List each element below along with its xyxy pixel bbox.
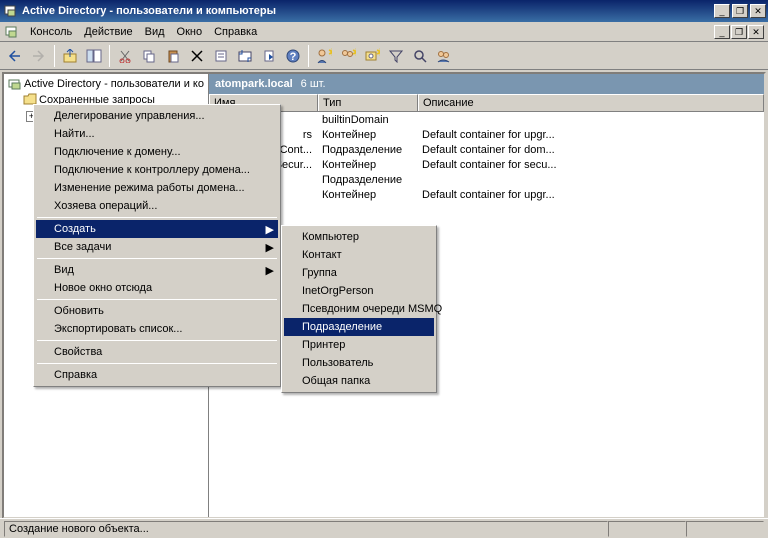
submenu-arrow-icon: ▶	[266, 223, 274, 236]
close-button[interactable]: ✕	[750, 4, 766, 18]
submenu-arrow-icon: ▶	[266, 264, 274, 277]
menu-bar: Консоль Действие Вид Окно Справка _ ❐ ✕	[0, 22, 768, 42]
path-domain: atompark.local	[215, 78, 293, 90]
ctx-operations-masters[interactable]: Хозяева операций...	[36, 197, 278, 215]
cell-type: Контейнер	[318, 129, 418, 141]
table-row[interactable]: builtinDomain	[209, 112, 764, 127]
sub-printer[interactable]: Принтер	[284, 336, 434, 354]
table-row[interactable]: Подразделение	[209, 172, 764, 187]
svg-text:?: ?	[290, 51, 297, 63]
ctx-help[interactable]: Справка	[36, 366, 278, 384]
submenu-arrow-icon: ▶	[266, 241, 274, 254]
sub-computer[interactable]: Компьютер	[284, 228, 434, 246]
find-button[interactable]	[409, 45, 431, 67]
table-row[interactable]: КонтейнерDefault container for upgr...	[209, 187, 764, 202]
new-group-button[interactable]: ✱	[337, 45, 359, 67]
col-type[interactable]: Тип	[318, 94, 418, 111]
tree-root[interactable]: Active Directory - пользователи и ко	[4, 76, 208, 92]
sub-inetorgperson[interactable]: InetOrgPerson	[284, 282, 434, 300]
ctx-connect-dc[interactable]: Подключение к контроллеру домена...	[36, 161, 278, 179]
ctx-raise-level[interactable]: Изменение режима работы домена...	[36, 179, 278, 197]
menu-console[interactable]: Консоль	[24, 24, 78, 40]
ctx-export[interactable]: Экспортировать список...	[36, 320, 278, 338]
cell-type: Подразделение	[318, 144, 418, 156]
menu-view[interactable]: Вид	[139, 24, 171, 40]
cell-desc: Default container for upgr...	[418, 189, 764, 201]
tree-root-label: Active Directory - пользователи и ко	[24, 78, 204, 90]
ctx-new-window[interactable]: Новое окно отсюда	[36, 279, 278, 297]
ctx-delegate[interactable]: Делегирование управления...	[36, 107, 278, 125]
cell-desc: Default container for upgr...	[418, 129, 764, 141]
status-cell-3	[686, 521, 764, 537]
cell-desc: Default container for secu...	[418, 159, 764, 171]
list-header: Имя Тип Описание	[209, 94, 764, 112]
back-button[interactable]	[4, 45, 26, 67]
menu-help[interactable]: Справка	[208, 24, 263, 40]
window-title: Active Directory - пользователи и компью…	[22, 5, 714, 17]
cell-type: Контейнер	[318, 189, 418, 201]
status-cell-2	[608, 521, 686, 537]
minimize-button[interactable]: _	[714, 4, 730, 18]
ctx-create[interactable]: Создать▶	[36, 220, 278, 238]
ctx-find[interactable]: Найти...	[36, 125, 278, 143]
sub-group[interactable]: Группа	[284, 264, 434, 282]
help-button[interactable]: ?	[282, 45, 304, 67]
svg-text:✱: ✱	[328, 48, 332, 59]
cell-type: Подразделение	[318, 174, 418, 186]
ctx-view[interactable]: Вид▶	[36, 261, 278, 279]
add-to-group-button[interactable]	[433, 45, 455, 67]
sub-msmq-alias[interactable]: Псевдоним очереди MSMQ	[284, 300, 434, 318]
sub-ou[interactable]: Подразделение	[284, 318, 434, 336]
mdi-controls: _ ❐ ✕	[714, 25, 764, 39]
table-row[interactable]: rsКонтейнерDefault container for upgr...	[209, 127, 764, 142]
table-row[interactable]: Cont...ПодразделениеDefault container fo…	[209, 142, 764, 157]
window-controls: _ ❐ ✕	[714, 4, 766, 18]
mdi-close-button[interactable]: ✕	[748, 25, 764, 39]
create-submenu: Компьютер Контакт Группа InetOrgPerson П…	[281, 225, 437, 393]
svg-text:✱: ✱	[352, 48, 356, 59]
ctx-all-tasks[interactable]: Все задачи▶	[36, 238, 278, 256]
sub-user[interactable]: Пользователь	[284, 354, 434, 372]
export-button[interactable]	[258, 45, 280, 67]
context-menu: Делегирование управления... Найти... Под…	[33, 104, 281, 387]
title-bar: Active Directory - пользователи и компью…	[0, 0, 768, 22]
ctx-refresh[interactable]: Обновить	[36, 302, 278, 320]
new-user-button[interactable]: ✱	[313, 45, 335, 67]
sub-shared-folder[interactable]: Общая папка	[284, 372, 434, 390]
ctx-connect-domain[interactable]: Подключение к домену...	[36, 143, 278, 161]
mmc-icon	[4, 24, 20, 40]
filter-button[interactable]	[385, 45, 407, 67]
sub-contact[interactable]: Контакт	[284, 246, 434, 264]
status-text: Создание нового объекта...	[4, 521, 608, 537]
path-bar: atompark.local 6 шт.	[209, 74, 764, 94]
table-row[interactable]: Secur...КонтейнерDefault container for s…	[209, 157, 764, 172]
forward-button[interactable]	[28, 45, 50, 67]
cell-type: builtinDomain	[318, 114, 418, 126]
restore-button[interactable]: ❐	[732, 4, 748, 18]
show-hide-tree-button[interactable]	[83, 45, 105, 67]
new-ou-button[interactable]: ✱	[361, 45, 383, 67]
properties-button[interactable]	[210, 45, 232, 67]
cell-type: Контейнер	[318, 159, 418, 171]
ctx-properties[interactable]: Свойства	[36, 343, 278, 361]
mdi-restore-button[interactable]: ❐	[731, 25, 747, 39]
menu-action[interactable]: Действие	[78, 24, 138, 40]
toolbar: ? ✱ ✱ ✱	[0, 42, 768, 70]
cell-desc: Default container for dom...	[418, 144, 764, 156]
workspace: Active Directory - пользователи и ко Сох…	[2, 72, 766, 519]
menu-window[interactable]: Окно	[171, 24, 209, 40]
copy-button[interactable]	[138, 45, 160, 67]
refresh-button[interactable]	[234, 45, 256, 67]
col-desc[interactable]: Описание	[418, 94, 764, 111]
up-button[interactable]	[59, 45, 81, 67]
mdi-minimize-button[interactable]: _	[714, 25, 730, 39]
cut-button[interactable]	[114, 45, 136, 67]
paste-button[interactable]	[162, 45, 184, 67]
status-bar: Создание нового объекта...	[0, 518, 768, 538]
ad-root-icon	[8, 77, 22, 91]
path-count: 6 шт.	[301, 78, 326, 90]
delete-button[interactable]	[186, 45, 208, 67]
app-icon	[3, 3, 19, 19]
svg-text:✱: ✱	[376, 48, 380, 59]
